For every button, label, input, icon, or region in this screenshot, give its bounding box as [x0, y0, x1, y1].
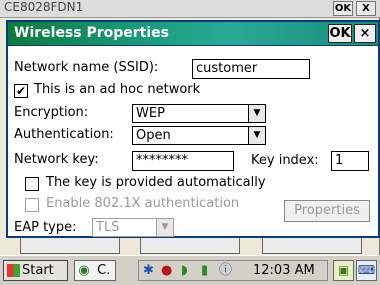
chevron-down-icon[interactable]: ▼ [156, 219, 173, 236]
key-index-label: Key index: [251, 153, 319, 168]
system-tray: ✱ ● ◗ ▮ ⓘ 12:03 AM [138, 260, 328, 281]
eap-type-label: EAP type: [14, 220, 77, 235]
power-icon[interactable]: ▮ [201, 263, 208, 279]
wireless-properties-dialog: Wireless Properties OK × Network name (S… [6, 20, 380, 238]
background-ok-button[interactable]: OK [333, 1, 353, 16]
ok-button[interactable]: OK [328, 24, 352, 43]
key-auto-checkbox[interactable] [25, 177, 39, 191]
properties-button[interactable]: Properties [284, 200, 370, 222]
background-titlebar: CE8028FDN1 OK X [0, 0, 380, 18]
enable-8021x-label: Enable 802.1X authentication [46, 196, 240, 211]
start-label: Start [22, 263, 54, 278]
encryption-label: Encryption: [14, 105, 89, 120]
adhoc-label: This is an ad hoc network [34, 82, 201, 97]
ssid-label: Network name (SSID): [14, 60, 159, 75]
enable-8021x-checkbox[interactable] [25, 198, 39, 212]
start-button[interactable]: Start [3, 260, 68, 281]
wireless-icon[interactable]: ◗ [181, 263, 188, 279]
background-window-title: CE8028FDN1 [4, 0, 84, 14]
keyboard-icon[interactable]: ⌨ [356, 260, 377, 281]
chevron-down-icon[interactable]: ▼ [248, 105, 265, 122]
eap-type-select[interactable]: TLS ▼ [92, 218, 174, 237]
key-index-input[interactable]: 1 [331, 151, 369, 171]
encryption-value: WEP [136, 106, 165, 121]
ssid-input[interactable]: customer [192, 59, 310, 79]
encryption-select[interactable]: WEP ▼ [132, 104, 266, 123]
dialog-titlebar: Wireless Properties OK × [8, 22, 378, 46]
taskbar: Start ◉ C. ✱ ● ◗ ▮ ⓘ 12:03 AM ▣ ⌨ [0, 255, 380, 285]
network-key-input[interactable]: ******** [132, 151, 234, 171]
desktop-icon[interactable]: ▣ [333, 260, 354, 281]
settings-app-icon: ◉ [78, 263, 90, 278]
bluetooth-icon[interactable]: ✱ [143, 263, 154, 279]
info-icon[interactable]: ⓘ [219, 263, 232, 279]
task-item-label: C. [97, 263, 111, 278]
chevron-down-icon[interactable]: ▼ [248, 127, 265, 144]
key-auto-label: The key is provided automatically [46, 175, 266, 190]
authentication-value: Open [136, 128, 171, 143]
adhoc-checkbox[interactable]: ✔ [14, 84, 28, 98]
windows-flag-icon [7, 264, 20, 277]
authentication-select[interactable]: Open ▼ [132, 126, 266, 145]
eap-type-value: TLS [96, 220, 120, 235]
network-key-label: Network key: [14, 152, 99, 167]
dialog-title: Wireless Properties [14, 25, 169, 41]
network-icon[interactable]: ● [161, 263, 172, 279]
task-item[interactable]: ◉ C. [74, 260, 116, 281]
clock[interactable]: 12:03 AM [253, 262, 315, 280]
authentication-label: Authentication: [14, 127, 114, 142]
background-close-button[interactable]: X [356, 1, 376, 16]
close-button[interactable]: × [354, 24, 376, 43]
